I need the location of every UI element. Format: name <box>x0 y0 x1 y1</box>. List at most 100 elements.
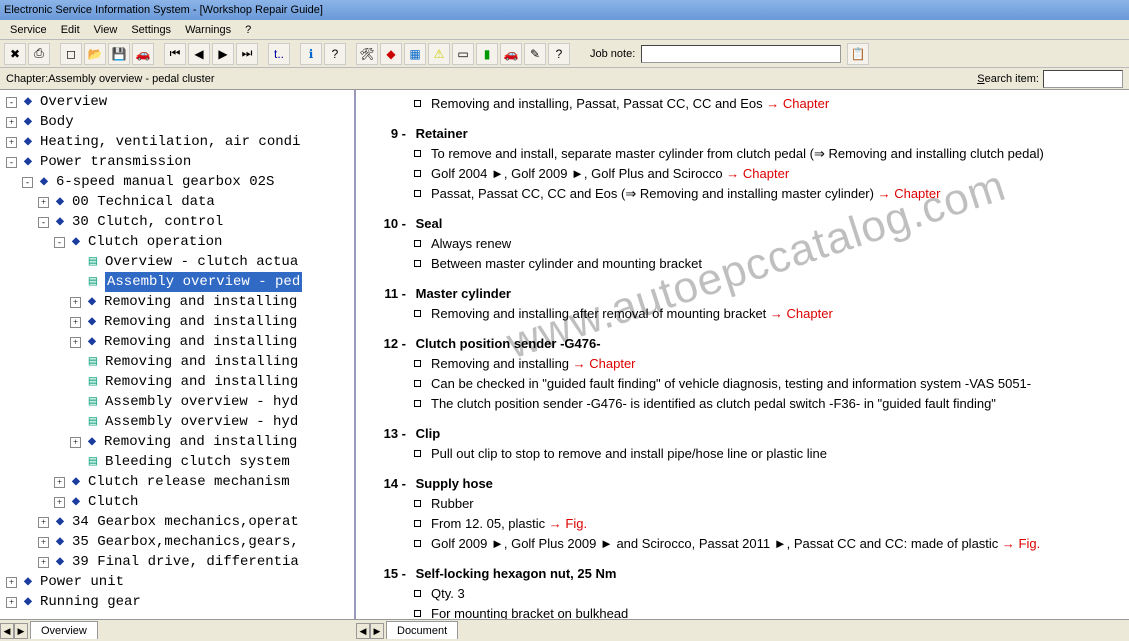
expand-icon[interactable]: + <box>6 117 17 128</box>
menu-settings[interactable]: Settings <box>131 24 171 36</box>
tree-item-label: Power transmission <box>40 152 191 172</box>
expand-icon[interactable]: + <box>38 537 49 548</box>
collapse-icon[interactable]: - <box>38 217 49 228</box>
tree-item[interactable]: ▤Assembly overview - ped <box>2 272 352 292</box>
tree-item[interactable]: -◆Clutch operation <box>2 232 352 252</box>
nav-tree[interactable]: -◆Overview+◆Body+◆Heating, ventilation, … <box>0 90 354 614</box>
menu-edit[interactable]: Edit <box>61 24 80 36</box>
book-icon: ◆ <box>68 235 84 249</box>
tree-item[interactable]: -◆Power transmission <box>2 152 352 172</box>
tree-item[interactable]: +◆35 Gearbox,mechanics,gears, <box>2 532 352 552</box>
tree-icon[interactable]: t.. <box>268 43 290 65</box>
collapse-icon[interactable]: - <box>22 177 33 188</box>
bullet-icon <box>414 520 421 527</box>
tree-item[interactable]: +◆Removing and installing <box>2 292 352 312</box>
menu-help[interactable]: ? <box>245 24 251 36</box>
tab-overview[interactable]: Overview <box>30 621 98 639</box>
tree-item[interactable]: +◆Clutch <box>2 492 352 512</box>
jobnote-browse-icon[interactable]: 📋 <box>847 43 869 65</box>
print-icon[interactable]: ⎙ <box>28 43 50 65</box>
save-icon[interactable]: 💾 <box>108 43 130 65</box>
tree-item[interactable]: +◆Power unit <box>2 572 352 592</box>
q-icon[interactable]: ? <box>548 43 570 65</box>
tab-scroll-left-icon[interactable]: ◀ <box>0 623 14 639</box>
doc-text: From 12. 05, plastic → Fig. <box>431 514 587 534</box>
menu-warnings[interactable]: Warnings <box>185 24 231 36</box>
tree-item[interactable]: ▤Overview - clutch actua <box>2 252 352 272</box>
collapse-icon[interactable]: - <box>54 237 65 248</box>
doc-list-item: Pull out clip to stop to remove and inst… <box>414 444 1117 464</box>
tab-scroll-right2-icon[interactable]: ▶ <box>370 623 384 639</box>
tree-item[interactable]: -◆Overview <box>2 92 352 112</box>
expand-icon[interactable]: + <box>6 597 17 608</box>
last-icon[interactable]: ⏭ <box>236 43 258 65</box>
chapter-link[interactable]: Chapter <box>589 356 635 371</box>
tree-item[interactable]: ▤Bleeding clutch system <box>2 452 352 472</box>
chapter-link[interactable]: Chapter <box>743 166 789 181</box>
greenfolder-icon[interactable]: ▮ <box>476 43 498 65</box>
jobnote-input[interactable] <box>641 45 841 63</box>
book-icon: ◆ <box>84 335 100 349</box>
expand-icon[interactable]: + <box>70 337 81 348</box>
tree-item[interactable]: ▤Assembly overview - hyd <box>2 392 352 412</box>
info-icon[interactable]: ℹ <box>300 43 322 65</box>
sheet-icon[interactable]: ▭ <box>452 43 474 65</box>
prev-icon[interactable]: ◀ <box>188 43 210 65</box>
tree-item[interactable]: +◆Running gear <box>2 592 352 612</box>
close-icon[interactable]: ✖ <box>4 43 26 65</box>
tree-item[interactable]: ▤Assembly overview - hyd <box>2 412 352 432</box>
tree-item-label: Body <box>40 112 74 132</box>
tree-item[interactable]: +◆39 Final drive, differentia <box>2 552 352 572</box>
tree-item[interactable]: +◆Removing and installing <box>2 312 352 332</box>
tree-item[interactable]: +◆Heating, ventilation, air condi <box>2 132 352 152</box>
tree-item[interactable]: +◆Removing and installing <box>2 332 352 352</box>
help-icon[interactable]: ? <box>324 43 346 65</box>
tree-item[interactable]: ▤Removing and installing <box>2 372 352 392</box>
expand-icon[interactable]: + <box>54 477 65 488</box>
expand-icon[interactable]: + <box>6 137 17 148</box>
tools-icon[interactable]: 🛠 <box>356 43 378 65</box>
tree-item[interactable]: +◆Removing and installing <box>2 432 352 452</box>
doc-list-item: Golf 2009 ►, Golf Plus 2009 ► and Sciroc… <box>414 534 1117 554</box>
chapter-link[interactable]: Chapter <box>787 306 833 321</box>
expand-icon[interactable]: + <box>6 577 17 588</box>
expand-icon[interactable]: + <box>70 437 81 448</box>
expand-icon[interactable]: + <box>38 517 49 528</box>
search-input[interactable] <box>1043 70 1123 88</box>
menu-view[interactable]: View <box>94 24 118 36</box>
doc-list-item: The clutch position sender -G476- is ide… <box>414 394 1117 414</box>
collapse-icon[interactable]: - <box>6 97 17 108</box>
tab-document[interactable]: Document <box>386 621 458 639</box>
tab-scroll-left2-icon[interactable]: ◀ <box>356 623 370 639</box>
next-icon[interactable]: ▶ <box>212 43 234 65</box>
grid-icon[interactable]: ▦ <box>404 43 426 65</box>
chapter-link[interactable]: Chapter <box>783 96 829 111</box>
car2-icon[interactable]: 🚗 <box>500 43 522 65</box>
tree-item[interactable]: +◆34 Gearbox mechanics,operat <box>2 512 352 532</box>
tree-item[interactable]: -◆6-speed manual gearbox 02S <box>2 172 352 192</box>
expand-icon[interactable]: + <box>70 297 81 308</box>
tree-item[interactable]: +◆Clutch release mechanism <box>2 472 352 492</box>
expand-icon[interactable]: + <box>38 557 49 568</box>
tree-item[interactable]: +◆Body <box>2 112 352 132</box>
menu-service[interactable]: Service <box>10 24 47 36</box>
tab-scroll-right-icon[interactable]: ▶ <box>14 623 28 639</box>
tree-item[interactable]: ▤Removing and installing <box>2 352 352 372</box>
expand-icon[interactable]: + <box>54 497 65 508</box>
tree-item[interactable]: +◆00 Technical data <box>2 192 352 212</box>
expand-icon[interactable]: + <box>70 317 81 328</box>
pencil-icon[interactable]: ✎ <box>524 43 546 65</box>
tree-item[interactable]: -◆30 Clutch, control <box>2 212 352 232</box>
open-icon[interactable]: 📂 <box>84 43 106 65</box>
new-icon[interactable]: ◻ <box>60 43 82 65</box>
car-icon[interactable]: 🚗 <box>132 43 154 65</box>
warn-icon[interactable]: ⚠ <box>428 43 450 65</box>
redbook-icon[interactable]: ◆ <box>380 43 402 65</box>
figure-link[interactable]: Fig. <box>565 516 587 531</box>
figure-link[interactable]: Fig. <box>1019 536 1041 551</box>
collapse-icon[interactable]: - <box>6 157 17 168</box>
section-heading: 12 - Clutch position sender -G476- <box>380 334 1117 354</box>
chapter-link[interactable]: Chapter <box>894 186 940 201</box>
expand-icon[interactable]: + <box>38 197 49 208</box>
first-icon[interactable]: ⏮ <box>164 43 186 65</box>
